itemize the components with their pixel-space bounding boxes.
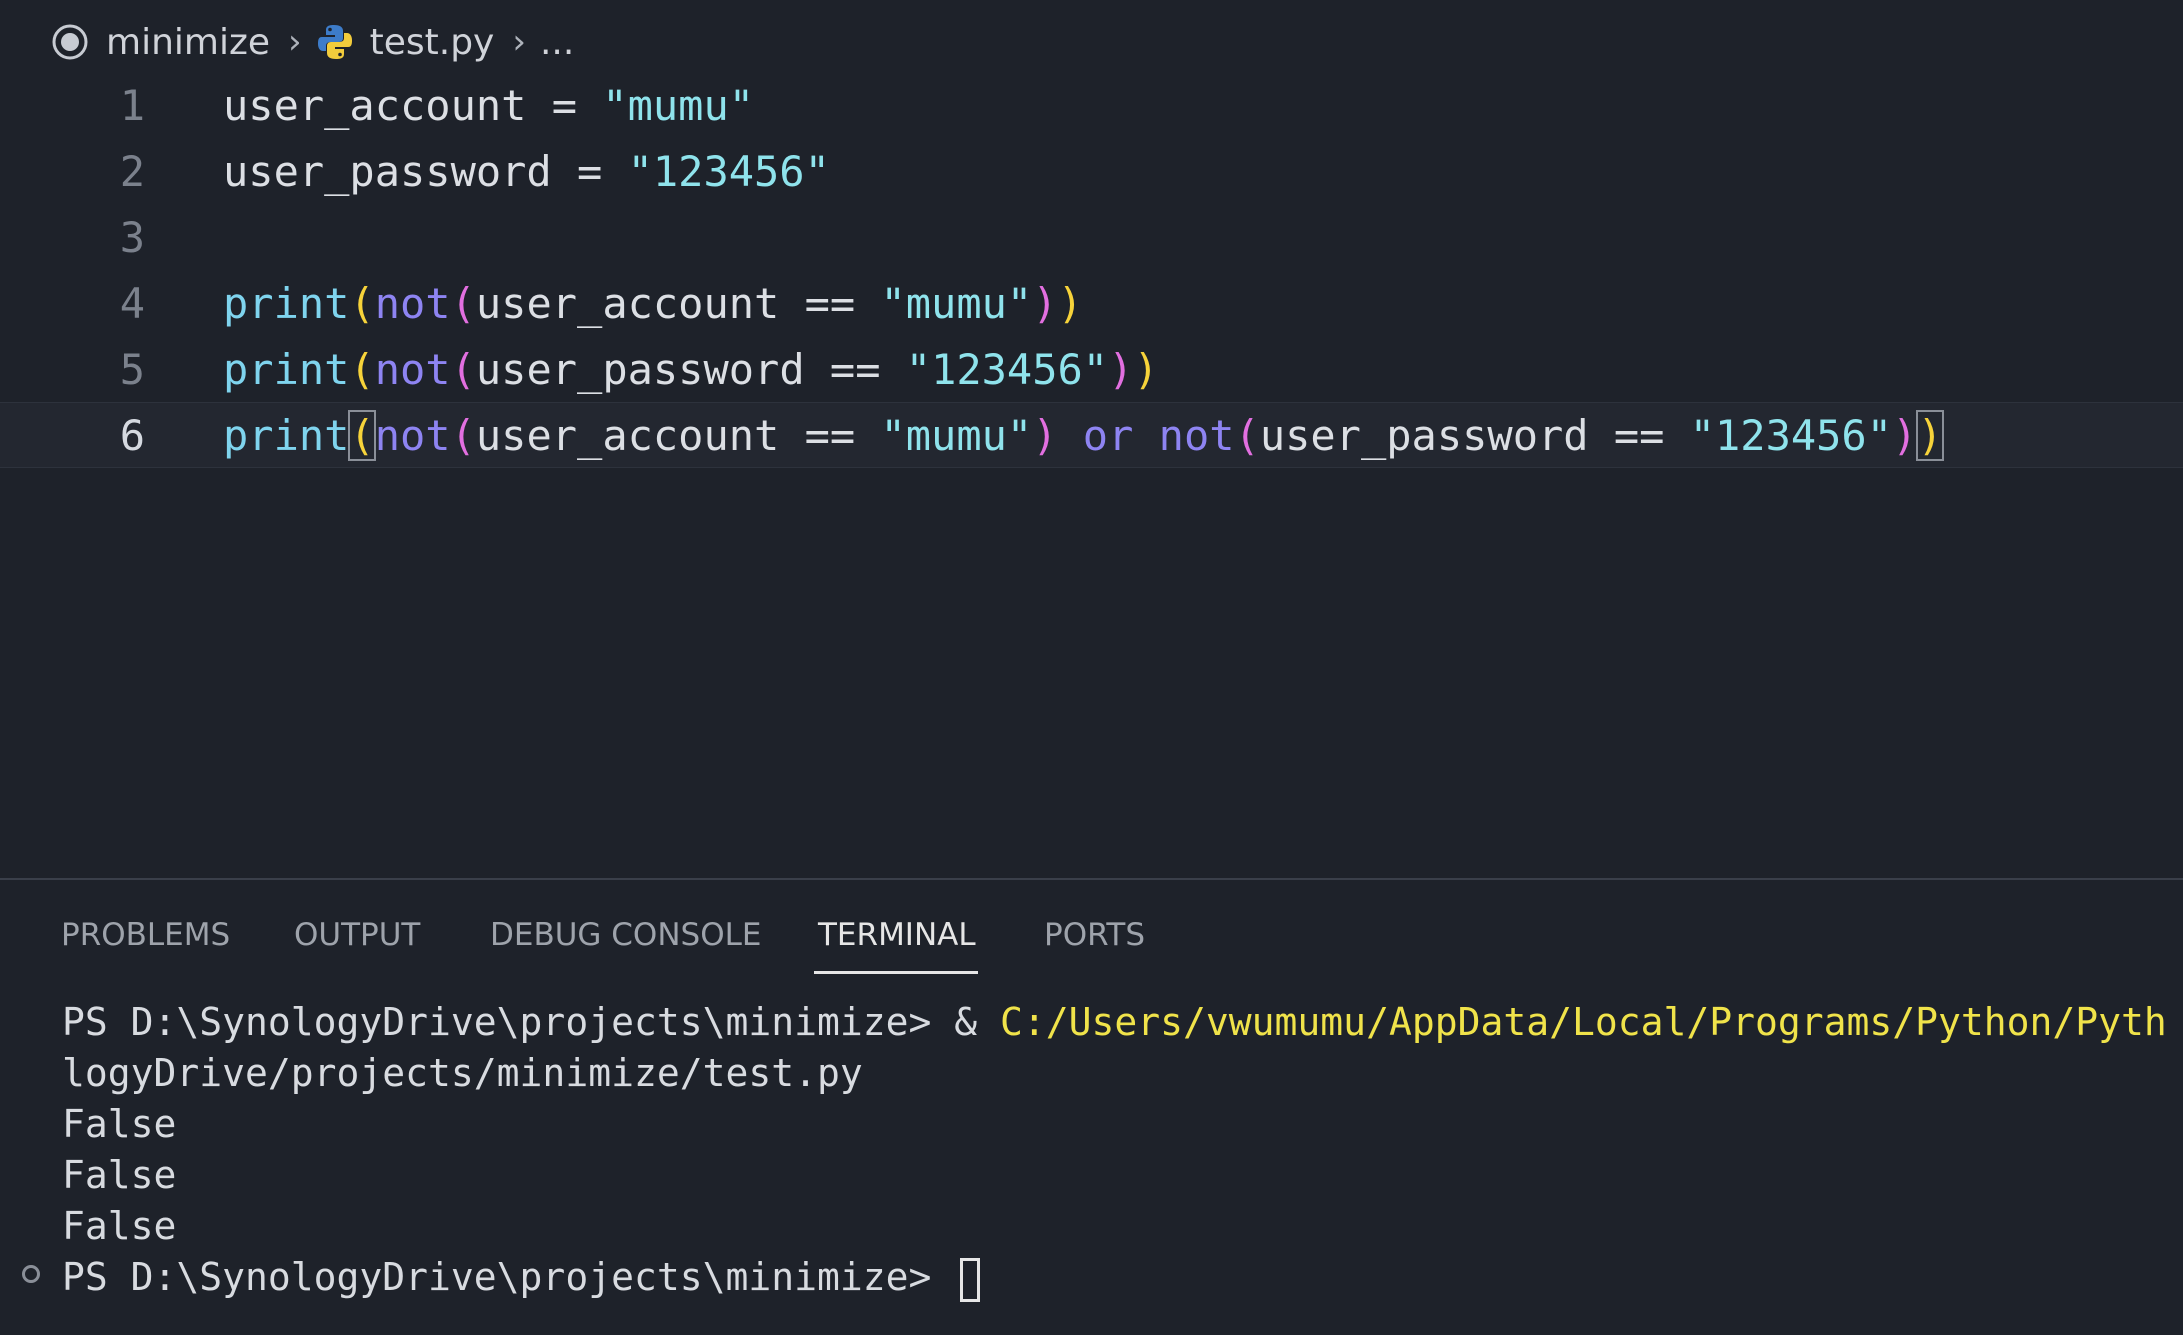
folder-target-icon (50, 22, 90, 62)
terminal-prompt: PS D:\SynologyDrive\projects\minimize> (62, 1000, 955, 1044)
code-line-2[interactable]: 2 user_password = "123456" (0, 138, 2183, 204)
panel-tab-bar: PROBLEMS OUTPUT DEBUG CONSOLE TERMINAL P… (0, 900, 2183, 970)
active-tab-indicator (814, 971, 978, 974)
line-number: 2 (119, 146, 145, 196)
line-number: 3 (119, 212, 145, 262)
terminal-command-line: PS D:\SynologyDrive\projects\minimize> &… (62, 997, 2167, 1048)
terminal-output-line: False (62, 1204, 177, 1248)
code-editor[interactable]: 1 user_account = "mumu" 2 user_password … (0, 72, 2183, 872)
terminal-output-line: False (62, 1153, 177, 1197)
code-line-5[interactable]: 5 print(not(user_password == "123456")) (0, 336, 2183, 402)
tab-terminal[interactable]: TERMINAL (818, 900, 976, 970)
tab-debug-console[interactable]: DEBUG CONSOLE (490, 900, 761, 970)
tab-ports[interactable]: PORTS (1044, 900, 1145, 970)
terminal-command-prefix: & (954, 1000, 1001, 1044)
panel-divider[interactable] (0, 878, 2183, 880)
code-text: print(not(user_password == "123456")) (223, 344, 1159, 394)
code-text: user_password = "123456" (223, 146, 830, 196)
breadcrumb-more[interactable]: ... (540, 22, 574, 63)
line-number: 5 (119, 344, 145, 394)
breadcrumb-folder[interactable]: minimize (106, 22, 270, 63)
terminal-command-path: C:/Users/vwumumu/AppData/Local/Programs/… (1000, 1000, 2167, 1044)
command-decoration-icon[interactable] (22, 1265, 40, 1283)
terminal-prompt-line[interactable]: PS D:\SynologyDrive\projects\minimize> (62, 1252, 981, 1303)
line-number: 4 (119, 278, 145, 328)
python-icon (316, 23, 354, 61)
code-text: print(not(user_account == "mumu")) (223, 278, 1083, 328)
code-line-4[interactable]: 4 print(not(user_account == "mumu")) (0, 270, 2183, 336)
tab-output[interactable]: OUTPUT (294, 900, 420, 970)
breadcrumb-file[interactable]: test.py (370, 22, 495, 63)
code-line-6[interactable]: 6 print(not(user_account == "mumu") or n… (0, 402, 2183, 468)
chevron-right-icon: › (512, 22, 526, 62)
code-text: print(not(user_account == "mumu") or not… (223, 409, 1944, 461)
code-line-1[interactable]: 1 user_account = "mumu" (0, 72, 2183, 138)
terminal-output[interactable]: PS D:\SynologyDrive\projects\minimize> &… (0, 997, 2183, 1335)
terminal-cursor (960, 1257, 981, 1302)
terminal-output-line: False (62, 1102, 177, 1146)
code-text: user_account = "mumu" (223, 80, 755, 130)
terminal-final-prompt: PS D:\SynologyDrive\projects\minimize> (62, 1255, 955, 1299)
line-number: 1 (119, 80, 145, 130)
line-number: 6 (119, 410, 145, 460)
terminal-wrap-line: logyDrive/projects/minimize/test.py (62, 1051, 863, 1095)
tab-problems[interactable]: PROBLEMS (61, 900, 230, 970)
chevron-right-icon: › (288, 22, 302, 62)
code-line-3[interactable]: 3 (0, 204, 2183, 270)
breadcrumb: minimize › test.py › ... (50, 14, 574, 70)
